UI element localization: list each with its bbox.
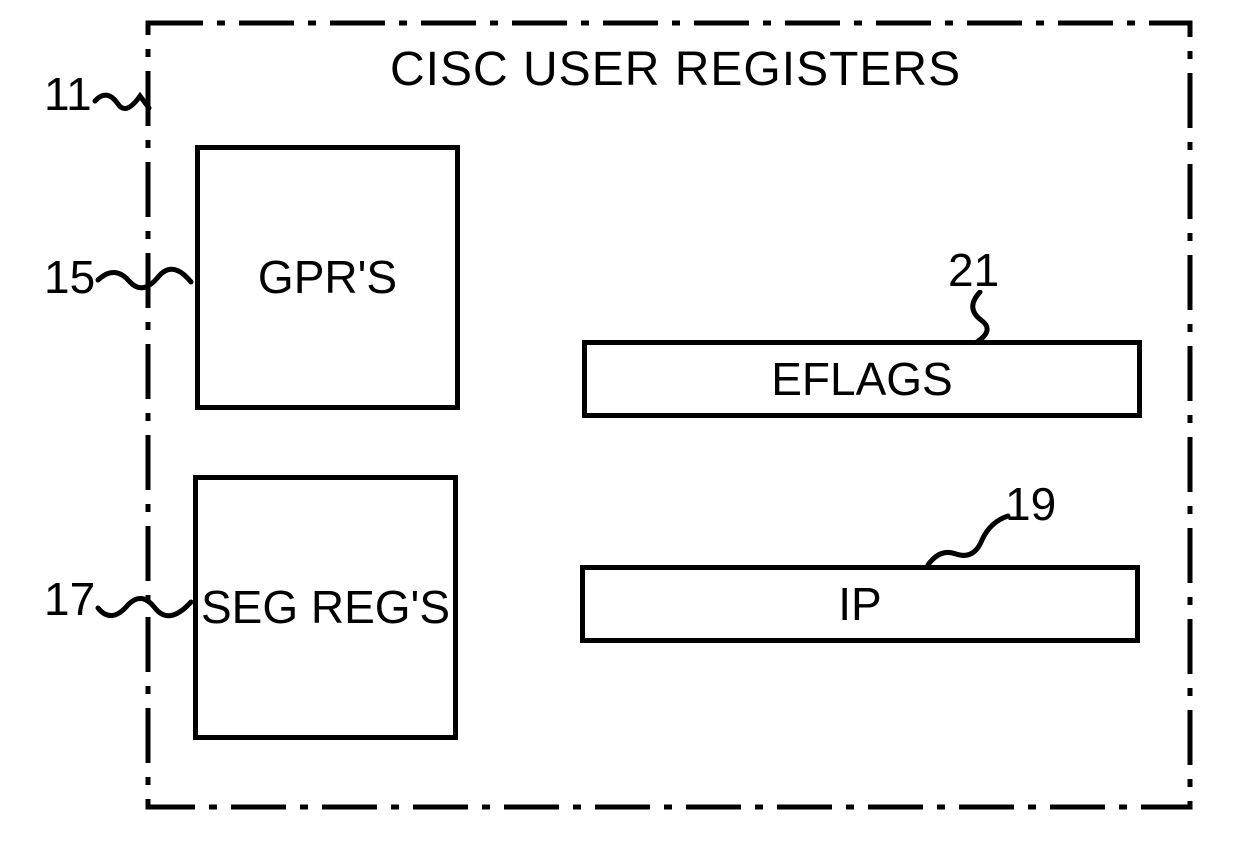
gprs-label: GPR'S bbox=[258, 251, 397, 304]
ref-19: 19 bbox=[1005, 477, 1056, 531]
seg-regs-label: SEG REG'S bbox=[201, 581, 450, 634]
gprs-box: GPR'S bbox=[195, 145, 460, 410]
seg-regs-box: SEG REG'S bbox=[193, 475, 458, 740]
ref-21: 21 bbox=[948, 243, 999, 297]
eflags-box: EFLAGS bbox=[582, 340, 1142, 418]
ip-box: IP bbox=[580, 565, 1140, 643]
diagram-canvas: CISC USER REGISTERS GPR'S SEG REG'S EFLA… bbox=[0, 0, 1240, 848]
leader-19 bbox=[922, 510, 1012, 570]
ref-15: 15 bbox=[44, 250, 95, 304]
leader-11 bbox=[92, 86, 152, 126]
ref-11: 11 bbox=[44, 67, 92, 121]
leader-15 bbox=[95, 262, 195, 302]
ip-label: IP bbox=[838, 578, 881, 631]
ref-17: 17 bbox=[44, 572, 95, 626]
container-title: CISC USER REGISTERS bbox=[390, 42, 961, 97]
leader-17 bbox=[95, 588, 195, 628]
eflags-label: EFLAGS bbox=[771, 353, 953, 406]
leader-21 bbox=[955, 290, 1005, 345]
